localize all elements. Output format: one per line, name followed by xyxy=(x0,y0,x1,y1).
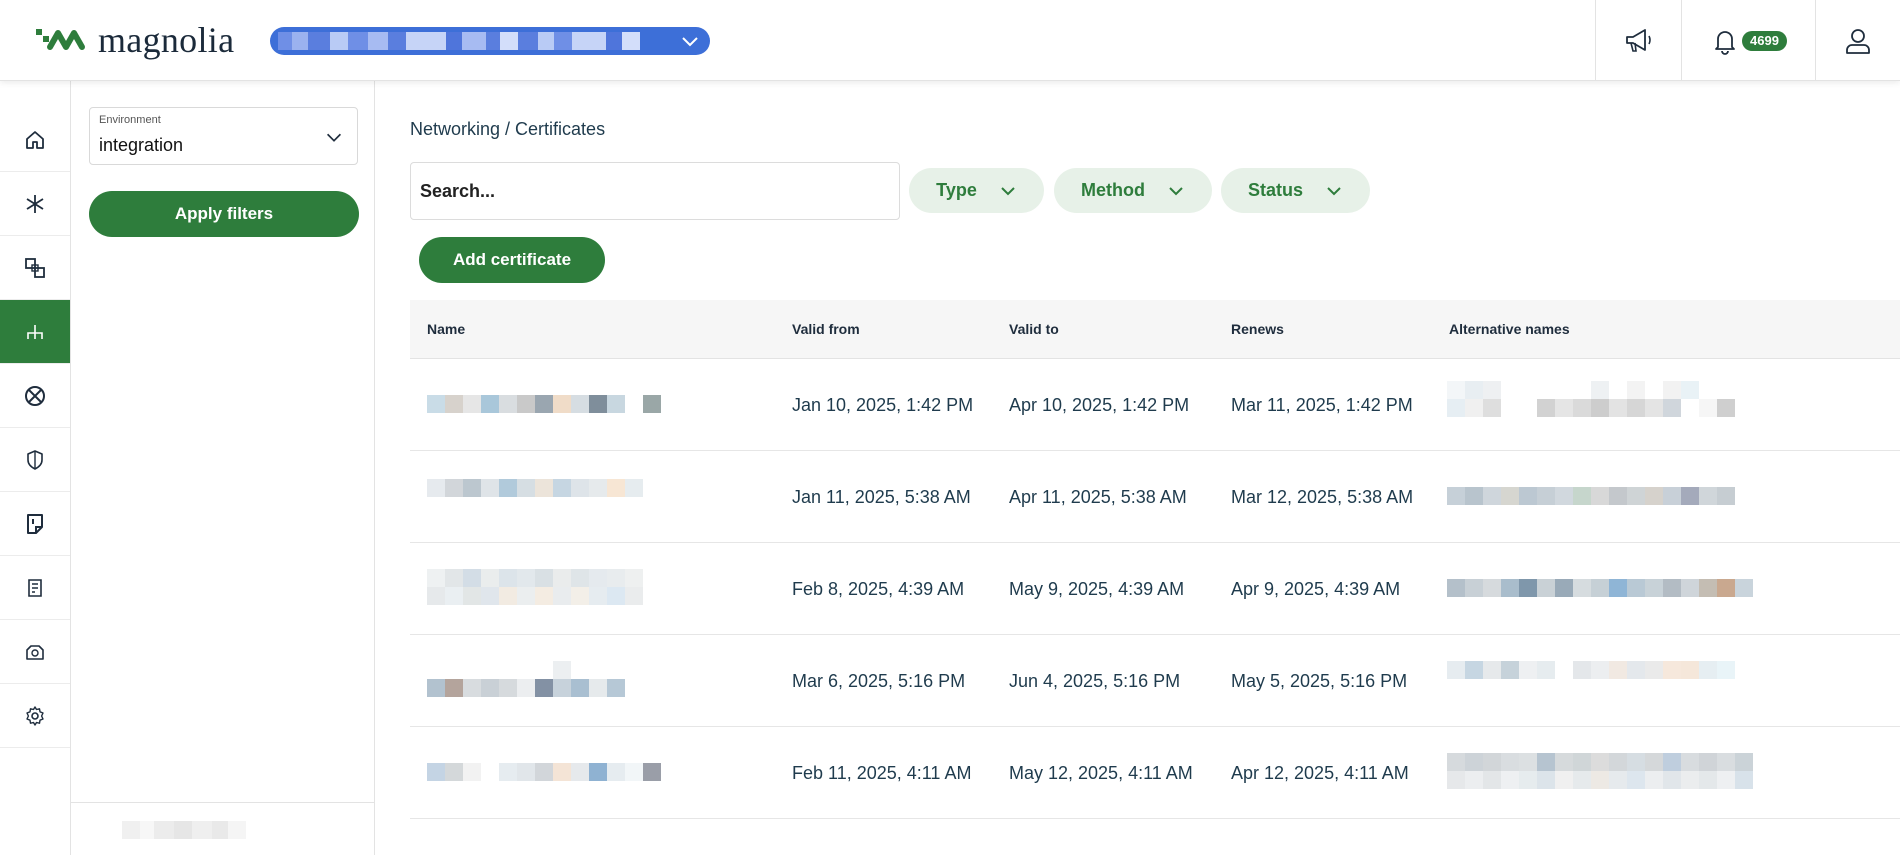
nav-home[interactable] xyxy=(0,108,70,172)
table-row[interactable]: Jan 10, 2025, 1:42 PM Apr 10, 2025, 1:42… xyxy=(410,359,1900,451)
organization-selector[interactable] xyxy=(270,27,710,55)
renews: Apr 9, 2025, 4:39 AM xyxy=(1231,579,1401,599)
table-row[interactable]: Feb 8, 2025, 4:39 AM May 9, 2025, 4:39 A… xyxy=(410,543,1900,635)
squares-link-icon xyxy=(25,257,45,278)
nav-services[interactable] xyxy=(0,172,70,236)
nav-domains[interactable] xyxy=(0,364,70,428)
valid-to: Apr 10, 2025, 1:42 PM xyxy=(1009,395,1190,415)
nav-backups[interactable] xyxy=(0,620,70,684)
nav-integrations[interactable] xyxy=(0,236,70,300)
valid-to: May 9, 2025, 4:39 AM xyxy=(1009,579,1185,599)
top-bar: magnolia 4699 xyxy=(0,0,1900,81)
valid-to: Jun 4, 2025, 5:16 PM xyxy=(1009,671,1181,691)
status-filter-chip[interactable]: Status xyxy=(1221,168,1370,213)
bell-icon xyxy=(1715,30,1735,55)
chevron-down-icon xyxy=(682,37,698,47)
renews: May 5, 2025, 5:16 PM xyxy=(1231,671,1408,691)
type-filter-label: Type xyxy=(936,180,977,200)
certificate-name-redacted xyxy=(427,763,661,781)
logo[interactable]: magnolia xyxy=(36,22,234,58)
nav-logs[interactable] xyxy=(0,556,70,620)
certificate-name-redacted xyxy=(427,569,643,605)
chevron-down-icon xyxy=(1001,186,1015,195)
user-icon xyxy=(1846,28,1870,54)
chevron-down-icon xyxy=(326,133,342,142)
notifications-button[interactable]: 4699 xyxy=(1681,0,1815,81)
shield-icon xyxy=(27,449,43,470)
column-header-alternative-names[interactable]: Alternative names xyxy=(1449,321,1570,337)
renews: Mar 12, 2025, 5:38 AM xyxy=(1231,487,1414,507)
logs-icon xyxy=(28,578,42,597)
side-nav-rail xyxy=(0,81,71,855)
alternative-names-redacted xyxy=(1447,487,1735,505)
certificate-name-redacted xyxy=(427,479,643,497)
column-header-valid-to[interactable]: Valid to xyxy=(1009,321,1059,337)
column-header-name[interactable]: Name xyxy=(427,321,465,337)
notifications-count-badge: 4699 xyxy=(1742,30,1787,51)
environment-label: Environment xyxy=(99,114,161,126)
asterisk-icon xyxy=(26,194,44,213)
organization-name-redacted xyxy=(278,32,672,50)
environment-value: integration xyxy=(99,135,184,155)
announcements-button[interactable] xyxy=(1595,0,1681,81)
breadcrumb: Networking / Certificates xyxy=(410,119,606,139)
divider xyxy=(71,802,374,803)
nav-security[interactable] xyxy=(0,428,70,492)
document-icon xyxy=(27,513,43,534)
magnolia-logo-icon xyxy=(36,29,85,50)
alternative-names-redacted xyxy=(1447,661,1735,679)
search-input[interactable] xyxy=(410,162,900,220)
alternative-names-redacted xyxy=(1447,753,1753,789)
nav-documents[interactable] xyxy=(0,492,70,556)
status-filter-label: Status xyxy=(1247,180,1303,200)
gear-icon xyxy=(26,705,44,726)
table-row[interactable]: Mar 6, 2025, 5:16 PM Jun 4, 2025, 5:16 P… xyxy=(410,635,1900,727)
megaphone-icon xyxy=(1625,28,1651,52)
logo-text: magnolia xyxy=(98,20,235,60)
valid-from: Jan 10, 2025, 1:42 PM xyxy=(792,395,974,415)
valid-from: Jan 11, 2025, 5:38 AM xyxy=(792,487,971,507)
method-filter-label: Method xyxy=(1081,180,1145,200)
table-row[interactable]: Jan 11, 2025, 5:38 AM Apr 11, 2025, 5:38… xyxy=(410,451,1900,543)
renews: Apr 12, 2025, 4:11 AM xyxy=(1231,763,1409,783)
method-filter-chip[interactable]: Method xyxy=(1054,168,1212,213)
chevron-down-icon xyxy=(1327,186,1341,195)
footer-redacted xyxy=(122,821,246,839)
type-filter-chip[interactable]: Type xyxy=(909,168,1044,213)
chevron-down-icon xyxy=(1169,186,1183,195)
certificates-table: Name Valid from Valid to Renews Alternat… xyxy=(410,300,1900,819)
table-row[interactable]: Feb 11, 2025, 4:11 AM May 12, 2025, 4:11… xyxy=(410,727,1900,819)
valid-from: Mar 6, 2025, 5:16 PM xyxy=(792,671,966,691)
renews: Mar 11, 2025, 1:42 PM xyxy=(1231,395,1413,415)
user-menu-button[interactable] xyxy=(1815,0,1900,81)
nav-settings[interactable] xyxy=(0,684,70,748)
table-header: Name Valid from Valid to Renews Alternat… xyxy=(410,300,1900,359)
alternative-names-redacted xyxy=(1447,381,1735,417)
valid-to: Apr 11, 2025, 5:38 AM xyxy=(1009,487,1187,507)
filter-panel: Environment integration Apply filters xyxy=(71,81,375,855)
home-icon xyxy=(26,130,44,149)
add-certificate-button[interactable]: Add certificate xyxy=(419,237,605,283)
valid-to: May 12, 2025, 4:11 AM xyxy=(1009,763,1193,783)
certificate-name-redacted xyxy=(427,661,625,697)
apply-filters-button[interactable]: Apply filters xyxy=(89,191,359,237)
valid-from: Feb 8, 2025, 4:39 AM xyxy=(792,579,965,599)
alternative-names-redacted xyxy=(1447,579,1753,597)
column-header-renews[interactable]: Renews xyxy=(1231,321,1284,337)
globe-icon xyxy=(25,385,45,406)
certificate-name-redacted xyxy=(427,395,661,413)
backup-icon xyxy=(26,644,44,660)
column-header-valid-from[interactable]: Valid from xyxy=(792,321,860,337)
nav-networking[interactable] xyxy=(0,300,70,364)
network-icon xyxy=(27,324,43,339)
valid-from: Feb 11, 2025, 4:11 AM xyxy=(792,763,972,783)
environment-select[interactable]: Environment integration xyxy=(89,107,358,165)
